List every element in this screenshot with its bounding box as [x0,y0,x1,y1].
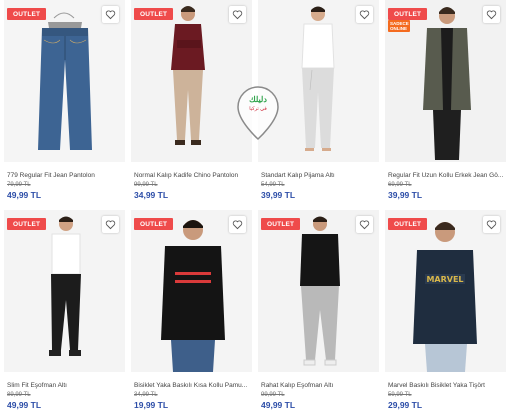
old-price: 54,99 TL [261,182,285,188]
model-image [4,210,125,372]
favorite-button[interactable] [229,6,246,23]
favorite-button[interactable] [229,216,246,233]
product-name[interactable]: Regular Fit Uzun Kollu Erkek Jean Gö... [388,172,504,179]
product-image[interactable]: OUTLET [4,210,125,372]
product-name[interactable]: Rahat Kalıp Eşofman Altı [261,382,377,389]
heart-icon [105,220,116,230]
old-price: 79,99 TL [7,182,31,188]
product-card[interactable]: OUTLET Normal Kalıp Kadife Chino Pantolo… [131,0,252,205]
model-image [131,210,252,372]
product-price: 29,99 TL [388,400,423,410]
product-name[interactable]: Standart Kalıp Pijama Altı [261,172,377,179]
product-image[interactable]: OUTLET [258,210,379,372]
model-image: MARVEL [385,210,506,372]
model-image [258,210,379,372]
old-price: 89,99 TL [7,392,31,398]
jeans-image [4,0,125,162]
product-name[interactable]: Marvel Baskılı Bisiklet Yaka Tişört [388,382,504,389]
watermark-subtext: في تركيا [249,106,267,112]
outlet-badge: OUTLET [261,218,301,230]
outlet-badge: OUTLET [134,218,174,230]
watermark-logo: دليلك في تركيا [235,85,281,141]
product-image[interactable]: MARVEL OUTLET [385,210,506,372]
heart-icon [359,220,370,230]
product-name[interactable]: Slim Fit Eşofman Altı [7,382,123,389]
heart-icon [359,10,370,20]
outlet-badge: OUTLET [388,218,428,230]
favorite-button[interactable] [483,216,500,233]
product-price: 49,99 TL [261,400,296,410]
product-price: 49,99 TL [7,190,42,200]
old-price: 99,99 TL [134,182,158,188]
old-price: 99,99 TL [261,392,285,398]
heart-icon [232,10,243,20]
product-card[interactable]: OUTLET Bisiklet Yaka Baskılı Kısa Kollu … [131,210,252,415]
product-price: 39,99 TL [261,190,296,200]
outlet-badge: OUTLET [388,8,428,20]
favorite-button[interactable] [102,6,119,23]
favorite-button[interactable] [483,6,500,23]
product-name[interactable]: Bisiklet Yaka Baskılı Kısa Kollu Pamu... [134,382,250,389]
watermark-text: دليلك [249,95,267,104]
product-image[interactable]: OUTLET [131,210,252,372]
model-image [131,0,252,162]
favorite-button[interactable] [356,6,373,23]
product-card[interactable]: OUTLET Rahat Kalıp Eşofman Altı 99,99 TL… [258,210,379,415]
outlet-badge: OUTLET [7,218,47,230]
map-pin-icon [237,86,279,141]
old-price: 69,99 TL [388,182,412,188]
product-image[interactable]: OUTLET SADECE ONLINE [385,0,506,162]
product-price: 19,99 TL [134,400,169,410]
product-card[interactable]: OUTLET Slim Fit Eşofman Altı 89,99 TL 49… [4,210,125,415]
heart-icon [232,220,243,230]
favorite-button[interactable] [102,216,119,233]
product-image[interactable]: OUTLET [131,0,252,162]
product-card[interactable]: OUTLET SADECE ONLINE Regular Fit Uzun Ko… [385,0,506,205]
product-card[interactable]: MARVEL OUTLET Marvel Baskılı Bisiklet Ya… [385,210,506,415]
heart-icon [105,10,116,20]
heart-icon [486,10,497,20]
product-image[interactable]: OUTLET [4,0,125,162]
heart-icon [486,220,497,230]
product-grid: OUTLET 779 Regular Fit Jean Pantolon 79,… [4,0,506,415]
product-price: 34,99 TL [134,190,169,200]
product-name[interactable]: Normal Kalıp Kadife Chino Pantolon [134,172,250,179]
product-card[interactable]: OUTLET 779 Regular Fit Jean Pantolon 79,… [4,0,125,205]
favorite-button[interactable] [356,216,373,233]
online-only-badge: SADECE ONLINE [388,20,410,32]
svg-text:MARVEL: MARVEL [426,275,463,284]
old-price: 59,99 TL [388,392,412,398]
product-price: 39,99 TL [388,190,423,200]
outlet-badge: OUTLET [134,8,174,20]
product-price: 49,99 TL [7,400,42,410]
product-name[interactable]: 779 Regular Fit Jean Pantolon [7,172,123,179]
old-price: 34,99 TL [134,392,158,398]
outlet-badge: OUTLET [7,8,47,20]
